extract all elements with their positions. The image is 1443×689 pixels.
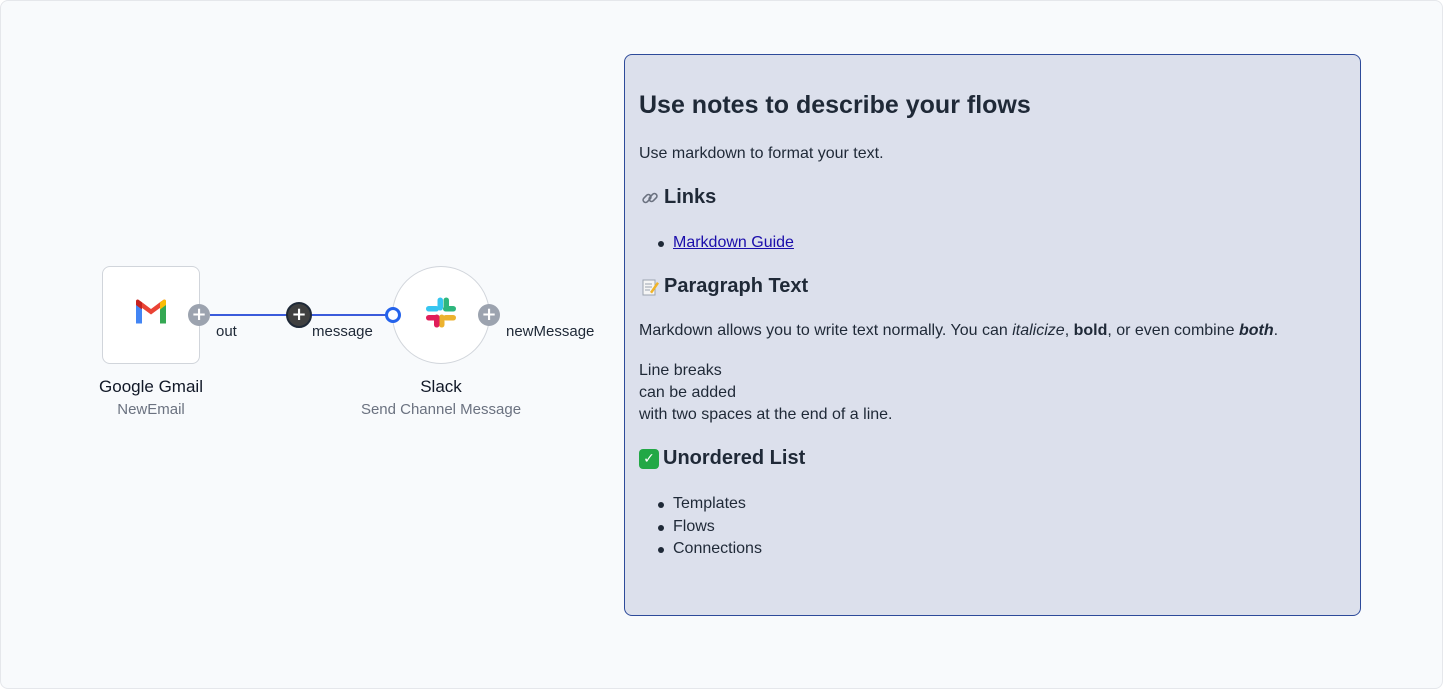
line-break-3: with two spaces at the end of a line.	[639, 406, 893, 423]
slack-input-port-label: message	[312, 323, 373, 340]
paragraph-bold: bold	[1073, 322, 1108, 339]
list-item: Connections	[625, 538, 762, 561]
paragraph-part1: Markdown allows you to write text normal…	[639, 322, 1013, 339]
line-break-1: Line breaks	[639, 362, 722, 379]
slack-input-handle[interactable]	[385, 307, 401, 323]
list-item: Templates	[625, 493, 762, 516]
gmail-node-title: Google Gmail	[99, 377, 203, 396]
links-list: Markdown Guide	[625, 232, 794, 255]
note-intro: Use markdown to format your text.	[639, 145, 884, 162]
slack-output-port-label: newMessage	[506, 323, 595, 340]
flow-canvas[interactable]: + out Google Gmail NewEmail + message + …	[0, 0, 1443, 689]
list-heading: ✓ Unordered List	[639, 447, 805, 470]
gmail-add-handle[interactable]: +	[188, 304, 210, 326]
gmail-node-subtitle: NewEmail	[117, 401, 185, 418]
paragraph-part4: .	[1273, 322, 1279, 339]
line-break-2: can be added	[639, 384, 736, 401]
unordered-list: Templates Flows Connections	[625, 493, 762, 561]
list-item: Markdown Guide	[625, 232, 794, 255]
paragraph-italic: italicize	[1012, 322, 1065, 339]
link-icon	[639, 187, 661, 209]
list-item: Flows	[625, 516, 762, 539]
paragraph-bold-italic: both	[1238, 322, 1274, 339]
slack-node-title: Slack	[420, 377, 462, 396]
flow-note[interactable]: Use notes to describe your flows Use mar…	[624, 54, 1361, 616]
slack-add-handle[interactable]: +	[478, 304, 500, 326]
paragraph-part2: ,	[1064, 322, 1074, 339]
list-heading-text: Unordered List	[663, 447, 806, 469]
gmail-node[interactable]	[102, 266, 200, 364]
check-mark-icon: ✓	[639, 448, 659, 469]
gmail-output-port-label: out	[216, 323, 237, 340]
links-heading-text: Links	[664, 186, 717, 208]
slack-icon	[426, 297, 456, 333]
slack-node-subtitle: Send Channel Message	[360, 401, 522, 418]
paragraph-text: Markdown allows you to write text normal…	[639, 322, 1278, 340]
edge-add-step-button[interactable]: +	[286, 302, 312, 328]
line-breaks-text: Line breaks can be added with two spaces…	[639, 360, 892, 426]
markdown-guide-link[interactable]: Markdown Guide	[673, 234, 794, 251]
paragraph-heading: Paragraph Text	[639, 275, 808, 298]
memo-icon	[639, 276, 661, 298]
paragraph-part3: , or even combine	[1107, 322, 1239, 339]
slack-node[interactable]	[392, 266, 490, 364]
gmail-icon	[134, 299, 168, 331]
links-heading: Links	[639, 186, 716, 209]
paragraph-heading-text: Paragraph Text	[664, 275, 809, 297]
note-title: Use notes to describe your flows	[639, 91, 1031, 119]
